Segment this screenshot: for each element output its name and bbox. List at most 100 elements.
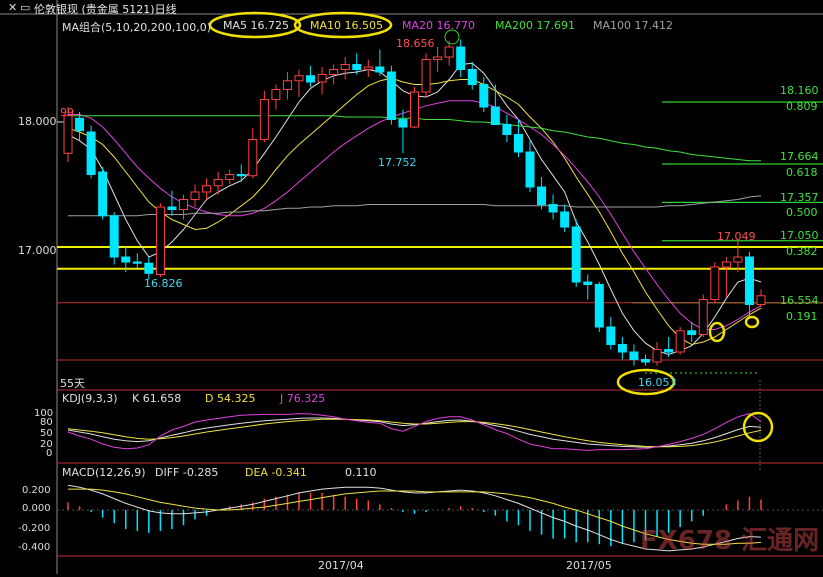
candle-body-45 xyxy=(583,281,593,285)
candle-body-21 xyxy=(306,75,316,83)
candle-body-10 xyxy=(179,199,188,210)
candle-body-48 xyxy=(617,344,627,353)
candle-body-14 xyxy=(225,174,235,180)
candle-body-19 xyxy=(282,80,292,90)
macd-title: MACD(12,26,9) xyxy=(62,466,146,479)
candle-body-2 xyxy=(86,131,96,175)
x-label-may: 2017/05 xyxy=(566,559,612,572)
candle-body-33 xyxy=(444,46,454,58)
highlight-rings xyxy=(208,11,774,443)
candle-body-36 xyxy=(479,84,489,108)
candle-body-37 xyxy=(490,106,500,125)
candle-body-6 xyxy=(132,261,142,264)
candle-body-17 xyxy=(259,99,269,140)
candle-body-31 xyxy=(421,59,431,93)
candle-body-60 xyxy=(756,295,766,305)
ma5-label: MA5 16.725 xyxy=(223,19,289,32)
kdj-tick-50: 50 xyxy=(40,428,53,439)
fib-ratio-0: 0.809 xyxy=(786,100,818,113)
candle-body-54 xyxy=(687,330,697,335)
annotation-low-c: 16.053 xyxy=(638,376,677,389)
candlesticks xyxy=(63,39,766,366)
chart-canvas[interactable] xyxy=(0,0,823,574)
fib-ratio-2: 0.500 xyxy=(786,206,818,219)
kdj-j-label: J 76.325 xyxy=(280,392,326,405)
fib-ratio-4: 0.191 xyxy=(786,310,818,323)
fib-price-4: 16.554 xyxy=(780,294,819,307)
candle-body-40 xyxy=(525,151,535,188)
candle-body-27 xyxy=(375,66,385,73)
kdj-line-k xyxy=(67,417,762,448)
candle-body-47 xyxy=(606,326,616,345)
watermark: FX678 汇通网 xyxy=(640,526,820,556)
candle-body-9 xyxy=(167,206,177,210)
annotation-left-high: 99 xyxy=(60,106,74,119)
kdj-d-label: D 54.325 xyxy=(205,392,256,405)
x-label-apr: 2017/04 xyxy=(318,559,364,572)
fib-price-2: 17.357 xyxy=(780,191,819,204)
ma-prefix: MA组合(5,10,20,200,100,0) xyxy=(62,21,212,34)
y-tick-17: 17.000 xyxy=(18,244,57,257)
ma10-label: MA10 16.505 xyxy=(310,19,383,32)
kdj-k-label: K 61.658 xyxy=(132,392,182,405)
candle-body-7 xyxy=(144,262,154,274)
candle-body-12 xyxy=(202,185,212,193)
candle-body-49 xyxy=(629,351,639,360)
candle-body-57 xyxy=(721,261,731,268)
candle-body-55 xyxy=(698,299,708,335)
macd-tick-0: 0.200 xyxy=(22,485,51,496)
candle-body-24 xyxy=(340,64,350,70)
maximize-icon[interactable]: ▭ xyxy=(20,1,30,14)
candle-body-44 xyxy=(571,226,581,283)
candle-body-16 xyxy=(248,139,258,177)
candle-body-59 xyxy=(744,256,754,305)
candle-body-1 xyxy=(75,117,85,132)
candle-body-22 xyxy=(317,74,327,83)
candle-body-35 xyxy=(467,69,477,85)
kdj-line-d xyxy=(67,418,762,448)
candle-body-29 xyxy=(398,119,408,128)
candle-body-11 xyxy=(190,191,200,200)
kdj-tick-0: 0 xyxy=(46,448,53,459)
candle-body-53 xyxy=(675,330,685,353)
candle-body-38 xyxy=(502,124,512,135)
candle-body-34 xyxy=(456,46,466,70)
macd-dea-label: DEA -0.341 xyxy=(245,466,307,479)
candle-body-20 xyxy=(294,75,304,82)
fib-ratio-3: 0.382 xyxy=(786,245,818,258)
candle-body-52 xyxy=(664,349,674,353)
kdj-title: KDJ(9,3,3) xyxy=(62,392,118,405)
candle-body-46 xyxy=(594,284,604,328)
highlight-ring-6 xyxy=(444,29,460,45)
annotation-high-a: 18.656 xyxy=(396,37,435,50)
candle-body-50 xyxy=(641,359,650,363)
candle-body-25 xyxy=(352,64,362,70)
highlight-ring-4 xyxy=(744,315,760,329)
close-icon[interactable]: ✕ xyxy=(8,1,17,14)
fib-ratio-1: 0.618 xyxy=(786,166,818,179)
kdj-tick-80: 80 xyxy=(40,417,53,428)
candle-body-23 xyxy=(329,69,339,75)
candle-body-5 xyxy=(121,256,131,263)
candle-body-13 xyxy=(213,179,223,187)
ma100-label: MA100 17.412 xyxy=(593,19,673,32)
fib-price-1: 17.664 xyxy=(780,150,819,163)
ma20-label: MA20 16.770 xyxy=(402,19,475,32)
kdj-lines xyxy=(67,413,762,451)
days-label: 55天 xyxy=(60,377,85,390)
candle-body-32 xyxy=(433,56,443,60)
candle-body-15 xyxy=(236,174,246,177)
macd-diff-label: DIFF -0.285 xyxy=(155,466,219,479)
candle-body-26 xyxy=(363,66,373,70)
candle-body-0 xyxy=(63,115,73,154)
horizontal-lines xyxy=(57,246,823,304)
candle-body-41 xyxy=(537,186,547,205)
candle-body-39 xyxy=(513,134,523,153)
candle-body-43 xyxy=(560,211,570,228)
chart-window: ✕ ▭ 伦敦银现 (贵金属 5121)日线 MA组合(5,10,20,200,1… xyxy=(0,0,823,574)
candle-body-3 xyxy=(98,171,108,217)
annotation-low-a: 17.752 xyxy=(378,156,417,169)
candle-body-8 xyxy=(155,206,165,275)
candle-body-56 xyxy=(710,266,720,300)
y-tick-18: 18.000 xyxy=(18,115,57,128)
